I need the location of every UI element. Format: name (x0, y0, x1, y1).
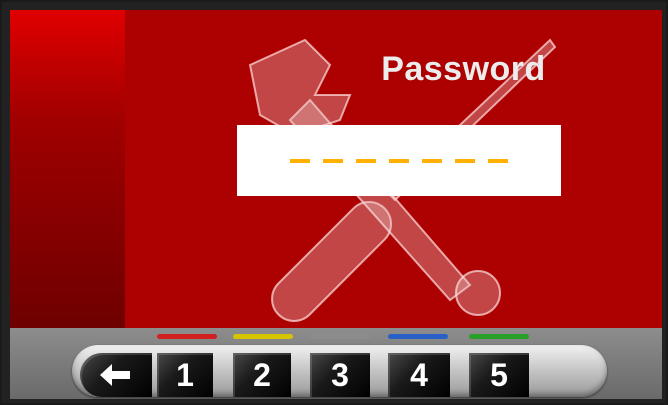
password-mask-dash (422, 158, 442, 163)
arrow-left-icon (100, 364, 130, 386)
password-mask-dash (290, 158, 310, 163)
password-field[interactable] (237, 125, 561, 196)
led-key-3 (310, 334, 370, 339)
main-panel: Password (125, 10, 662, 328)
password-screen: Password 1 2 3 4 5 (0, 0, 668, 405)
key-2-button[interactable]: 2 (233, 353, 291, 397)
password-mask-dash (356, 158, 376, 163)
password-mask-dash (488, 158, 508, 163)
key-3-button[interactable]: 3 (310, 353, 370, 397)
led-key-4 (388, 334, 448, 339)
key-4-button[interactable]: 4 (388, 353, 450, 397)
password-mask-dash (389, 158, 409, 163)
key-5-button[interactable]: 5 (469, 353, 529, 397)
back-button[interactable] (80, 353, 152, 397)
key-1-button[interactable]: 1 (157, 353, 213, 397)
left-sidebar (10, 10, 125, 328)
password-mask-dash (455, 158, 475, 163)
page-title: Password (381, 50, 546, 88)
led-key-2 (233, 334, 293, 339)
led-key-1 (157, 334, 217, 339)
password-mask-dash (323, 158, 343, 163)
led-key-5 (469, 334, 529, 339)
